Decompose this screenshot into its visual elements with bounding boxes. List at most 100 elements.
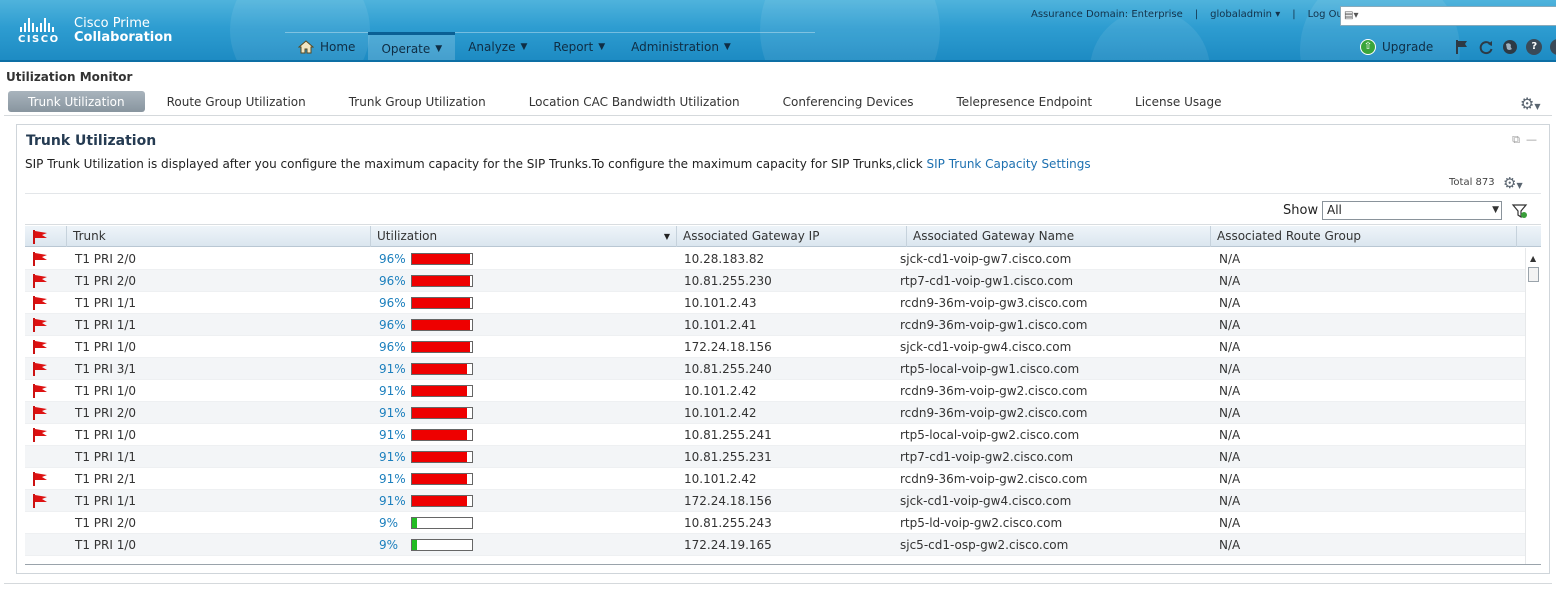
panel-controls: ⧉— — [1512, 133, 1543, 147]
tab-telepresence-endpoint[interactable]: Telepresence Endpoint — [936, 91, 1114, 112]
utilization-bar — [411, 429, 473, 441]
route-group-cell: N/A — [1219, 472, 1241, 486]
table-settings-gear-icon[interactable]: ⚙▼ — [1503, 174, 1523, 192]
info-icon[interactable]: i — [1549, 38, 1556, 56]
utilization-bar-fill — [412, 364, 467, 374]
sip-trunk-capacity-settings-link[interactable]: SIP Trunk Capacity Settings — [927, 157, 1091, 171]
col-utilization[interactable]: Utilization ▼ — [371, 226, 677, 247]
col-flag[interactable] — [25, 226, 67, 247]
vertical-scrollbar[interactable]: ▲ — [1525, 248, 1541, 564]
user-menu[interactable]: globaladmin — [1210, 9, 1280, 20]
search-input[interactable]: ▤▾ — [1340, 6, 1556, 26]
gateway-name-cell: rtp7-cd1-voip-gw1.cisco.com — [900, 274, 1074, 288]
route-group-cell: N/A — [1219, 296, 1241, 310]
gateway-ip-cell: 10.101.2.42 — [684, 472, 757, 486]
utilization-value: 96% — [379, 318, 406, 332]
route-group-cell: N/A — [1219, 516, 1241, 530]
gateway-ip-cell: 172.24.19.165 — [684, 538, 772, 552]
table-row[interactable]: T1 PRI 1/0 96% 172.24.18.156 sjck-cd1-voip-… — [25, 336, 1525, 358]
scroll-up-icon[interactable]: ▲ — [1530, 254, 1536, 263]
chevron-down-icon: ▼ — [598, 42, 606, 52]
tab-conferencing-devices[interactable]: Conferencing Devices — [762, 91, 935, 112]
table-row[interactable]: T1 PRI 1/0 91% 10.81.255.241 rtp5-local-voi… — [25, 424, 1525, 446]
table-row[interactable]: T1 PRI 1/1 91% 172.24.18.156 sjck-cd1-voip-… — [25, 490, 1525, 512]
table-row[interactable]: T1 PRI 2/0 96% 10.81.255.230 rtp7-cd1-voip-… — [25, 270, 1525, 292]
utilization-value: 91% — [379, 362, 406, 376]
flag-icon[interactable] — [1453, 38, 1471, 56]
gateway-ip-cell: 10.81.255.231 — [684, 450, 772, 464]
col-gateway-ip[interactable]: Associated Gateway IP — [677, 226, 907, 247]
utilization-bar-fill — [412, 298, 470, 308]
tab-location-cac-bandwidth-utilization[interactable]: Location CAC Bandwidth Utilization — [508, 91, 761, 112]
tab-license-usage[interactable]: License Usage — [1114, 91, 1242, 112]
nav-administration-label: Administration — [631, 40, 719, 54]
table-row[interactable]: T1 PRI 1/1 96% 10.101.2.43 rcdn9-36m-voip-g… — [25, 292, 1525, 314]
utilization-bar-fill — [412, 276, 470, 286]
trunk-cell: T1 PRI 1/0 — [75, 384, 137, 398]
utilization-bar-fill — [412, 342, 470, 352]
nav-operate-label: Operate — [381, 41, 431, 56]
utilization-bar-fill — [412, 452, 467, 462]
separator: | — [1292, 9, 1296, 20]
table-row[interactable]: T1 PRI 2/1 91% 10.101.2.42 rcdn9-36m-voip-g… — [25, 468, 1525, 490]
table-row[interactable]: T1 PRI 3/1 91% 10.81.255.240 rtp5-local-voi… — [25, 358, 1525, 380]
table-row[interactable]: T1 PRI 2/0 91% 10.101.2.42 rcdn9-36m-voip-g… — [25, 402, 1525, 424]
utilization-value: 96% — [379, 296, 406, 310]
gateway-name-cell: rtp5-local-voip-gw1.cisco.com — [900, 362, 1080, 376]
product-name: Cisco Prime Collaboration — [74, 17, 172, 45]
panel-title: Trunk Utilization — [26, 133, 157, 149]
table-row[interactable]: T1 PRI 2/0 96% 10.28.183.82 sjck-cd1-voip-g… — [25, 248, 1525, 270]
utilization-value: 9% — [379, 538, 399, 552]
gateway-ip-cell: 10.81.255.230 — [684, 274, 772, 288]
nav-analyze[interactable]: Analyze ▼ — [455, 32, 540, 60]
col-utilization-label: Utilization — [377, 229, 438, 243]
nav-home[interactable]: Home — [285, 32, 368, 60]
table-row[interactable]: T1 PRI 1/1 96% 10.101.2.41 rcdn9-36m-voip-g… — [25, 314, 1525, 336]
table-row[interactable]: T1 PRI 2/0 9% 10.81.255.243 rtp5-ld-voip-gw… — [25, 512, 1525, 534]
utilization-bar-fill — [412, 474, 467, 484]
nav-operate[interactable]: Operate ▼ — [368, 32, 456, 60]
cisco-logo: CISCO — [18, 18, 60, 45]
gateway-ip-cell: 10.101.2.42 — [684, 384, 757, 398]
table-header: Trunk Utilization ▼ Associated Gateway I… — [25, 226, 1541, 247]
assurance-domain[interactable]: Assurance Domain: Enterprise — [1031, 9, 1183, 20]
col-trunk[interactable]: Trunk — [67, 226, 371, 247]
utilization-bar — [411, 363, 473, 375]
route-group-cell: N/A — [1219, 406, 1241, 420]
filter-bar: Show All ▼ — [25, 193, 1541, 225]
globe-icon[interactable] — [1501, 38, 1519, 56]
utilization-value: 9% — [379, 516, 399, 530]
col-route-group[interactable]: Associated Route Group — [1211, 226, 1517, 247]
table-row[interactable]: T1 PRI 1/0 9% 172.24.19.165 sjc5-cd1-osp-gw… — [25, 534, 1525, 556]
alert-flag-icon — [33, 494, 47, 508]
help-icon[interactable]: ? — [1525, 38, 1543, 56]
alert-flag-icon — [33, 384, 47, 398]
show-select[interactable]: All ▼ — [1322, 201, 1502, 220]
tab-trunk-group-utilization[interactable]: Trunk Group Utilization — [328, 91, 507, 112]
table-row[interactable]: T1 PRI 1/1 91% 10.81.255.231 rtp7-cd1-voip-… — [25, 446, 1525, 468]
settings-gear-icon[interactable]: ⚙▼ — [1520, 94, 1541, 113]
col-gateway-name[interactable]: Associated Gateway Name — [907, 226, 1211, 247]
divider — [4, 583, 1552, 584]
tab-route-group-utilization[interactable]: Route Group Utilization — [146, 91, 327, 112]
table-row[interactable]: T1 PRI 1/0 91% 10.101.2.42 rcdn9-36m-voip-g… — [25, 380, 1525, 402]
scroll-thumb[interactable] — [1528, 267, 1539, 282]
utilization-bar-fill — [412, 430, 467, 440]
alert-flag-icon — [33, 274, 47, 288]
trunk-cell: T1 PRI 1/0 — [75, 428, 137, 442]
nav-administration[interactable]: Administration ▼ — [618, 32, 744, 60]
tab-trunk-utilization[interactable]: Trunk Utilization — [8, 91, 145, 112]
minimize-icon[interactable]: — — [1526, 133, 1543, 146]
chevron-down-icon: ▼ — [435, 43, 443, 54]
alert-flag-icon — [33, 340, 47, 354]
alert-flag-icon — [33, 472, 47, 486]
nav-report[interactable]: Report ▼ — [540, 32, 618, 60]
trunk-cell: T1 PRI 2/0 — [75, 516, 137, 530]
restore-icon[interactable]: ⧉ — [1512, 133, 1526, 146]
separator: | — [1194, 9, 1199, 20]
refresh-icon[interactable] — [1477, 38, 1495, 56]
trunk-table: Trunk Utilization ▼ Associated Gateway I… — [25, 226, 1541, 564]
search-scope-icon[interactable]: ▤▾ — [1344, 10, 1362, 22]
filter-icon[interactable] — [1511, 202, 1529, 220]
upgrade-button[interactable]: ⇧ Upgrade — [1360, 39, 1433, 55]
